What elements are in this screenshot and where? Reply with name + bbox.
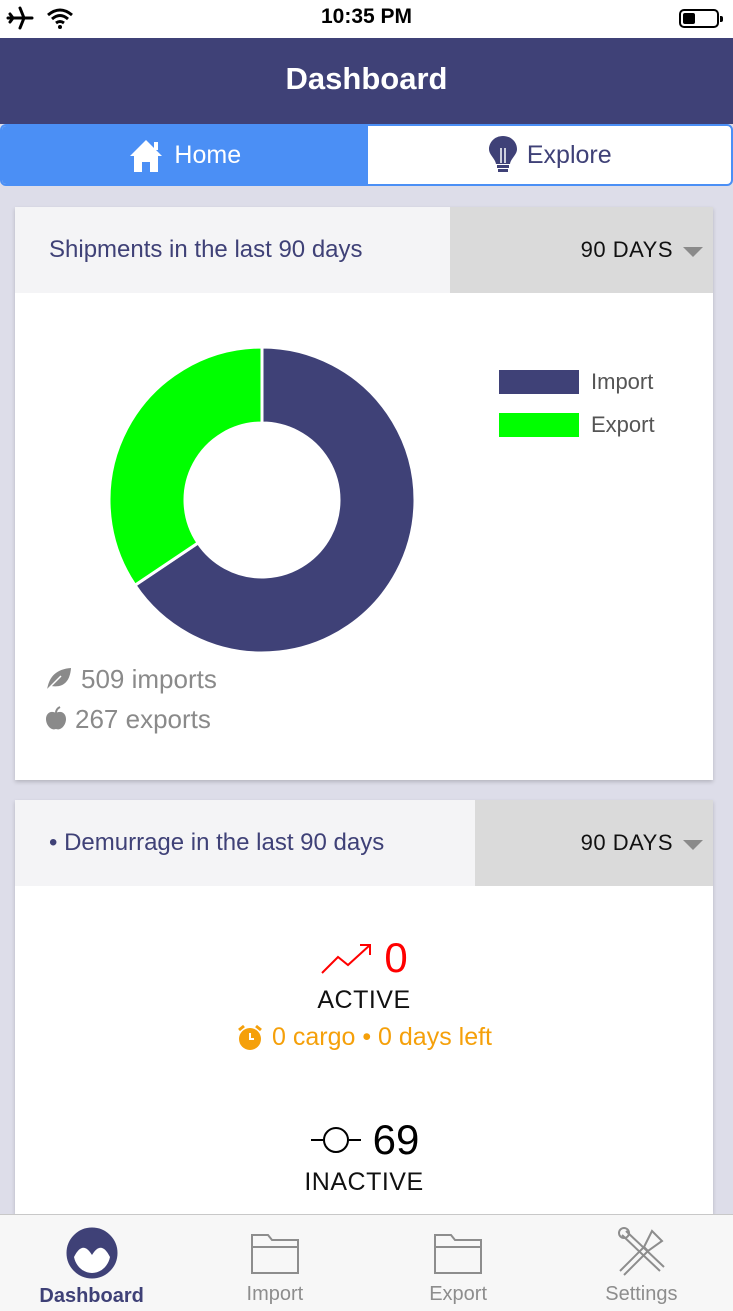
folder-icon bbox=[434, 1234, 483, 1274]
alarm-clock-icon bbox=[238, 1024, 262, 1050]
nav-header: Dashboard bbox=[0, 38, 733, 124]
donut-slice-export bbox=[107, 345, 264, 588]
tabbar-import[interactable]: Import bbox=[183, 1215, 366, 1311]
inactive-count-row: 69 bbox=[15, 1116, 713, 1164]
demurrage-card-header: • Demurrage in the last 90 days 90 DAYS bbox=[15, 800, 713, 886]
demurrage-title: • Demurrage in the last 90 days bbox=[49, 829, 385, 856]
inactive-metric: 69 INACTIVE bbox=[15, 1116, 713, 1197]
legend-label-export: Export bbox=[591, 411, 655, 437]
legend-label-import: Import bbox=[591, 368, 654, 394]
active-count-row: 0 bbox=[15, 934, 713, 982]
chevron-down-icon bbox=[683, 840, 703, 850]
tab-explore-label: Explore bbox=[526, 140, 612, 169]
active-label: ACTIVE bbox=[317, 986, 411, 1014]
leaf-icon bbox=[46, 668, 71, 691]
shipment-stats: 509 imports 267 exports bbox=[45, 659, 217, 739]
lightbulb-icon bbox=[488, 136, 517, 172]
legend-item-import: Import bbox=[499, 360, 655, 403]
status-bar: 10:35 PM bbox=[0, 0, 733, 38]
cargo-info: 0 cargo • 0 days left bbox=[15, 1023, 713, 1052]
tabbar-settings[interactable]: Settings bbox=[550, 1215, 733, 1311]
legend-swatch-import bbox=[499, 369, 579, 394]
segmented-tabs: Home Explore bbox=[0, 124, 733, 186]
bottom-tab-bar: Dashboard Import Export Settings bbox=[0, 1214, 733, 1311]
shipments-title: Shipments in the last 90 days bbox=[49, 236, 363, 263]
active-count: 0 bbox=[384, 934, 408, 981]
commit-icon bbox=[310, 1127, 361, 1153]
chevron-down-icon bbox=[683, 247, 703, 257]
shipments-card: Shipments in the last 90 days 90 DAYS Im… bbox=[15, 207, 713, 780]
page-title: Dashboard bbox=[285, 61, 448, 96]
active-metric: 0 ACTIVE 0 cargo • 0 days left bbox=[15, 934, 713, 1052]
legend-item-export: Export bbox=[499, 403, 655, 446]
status-time: 10:35 PM bbox=[320, 5, 413, 28]
shipments-period-label: 90 DAYS bbox=[580, 237, 673, 262]
demurrage-period-dropdown[interactable]: 90 DAYS bbox=[475, 800, 713, 886]
folder-icon bbox=[250, 1234, 299, 1274]
tabbar-export[interactable]: Export bbox=[367, 1215, 550, 1311]
tabbar-import-label: Import bbox=[246, 1283, 304, 1305]
demurrage-period-label: 90 DAYS bbox=[580, 830, 673, 855]
battery-icon bbox=[679, 9, 723, 28]
exports-stat: 267 exports bbox=[45, 699, 217, 739]
exports-count-text: 267 exports bbox=[75, 703, 211, 734]
tabbar-dashboard[interactable]: Dashboard bbox=[0, 1215, 183, 1311]
trending-up-icon bbox=[321, 944, 372, 974]
imports-count-text: 509 imports bbox=[81, 663, 217, 694]
tabbar-settings-label: Settings bbox=[605, 1283, 678, 1305]
demurrage-card: • Demurrage in the last 90 days 90 DAYS … bbox=[15, 800, 713, 1214]
inactive-count: 69 bbox=[372, 1116, 420, 1163]
dashboard-icon bbox=[66, 1227, 118, 1279]
shipments-period-dropdown[interactable]: 90 DAYS bbox=[450, 207, 713, 293]
tab-explore[interactable]: Explore bbox=[365, 126, 732, 184]
shipments-card-header: Shipments in the last 90 days 90 DAYS bbox=[15, 207, 713, 293]
tabbar-export-label: Export bbox=[429, 1283, 488, 1305]
tools-icon bbox=[618, 1227, 666, 1276]
tabbar-dashboard-label: Dashboard bbox=[39, 1285, 144, 1307]
tab-home[interactable]: Home bbox=[2, 126, 366, 184]
cargo-text: 0 cargo • 0 days left bbox=[272, 1023, 492, 1051]
legend-swatch-export bbox=[499, 412, 579, 437]
inactive-label: INACTIVE bbox=[304, 1168, 424, 1196]
home-icon bbox=[130, 140, 163, 172]
tab-home-label: Home bbox=[174, 140, 242, 169]
chart-legend: Import Export bbox=[499, 360, 655, 446]
apple-icon bbox=[46, 706, 66, 730]
imports-stat: 509 imports bbox=[45, 659, 217, 699]
